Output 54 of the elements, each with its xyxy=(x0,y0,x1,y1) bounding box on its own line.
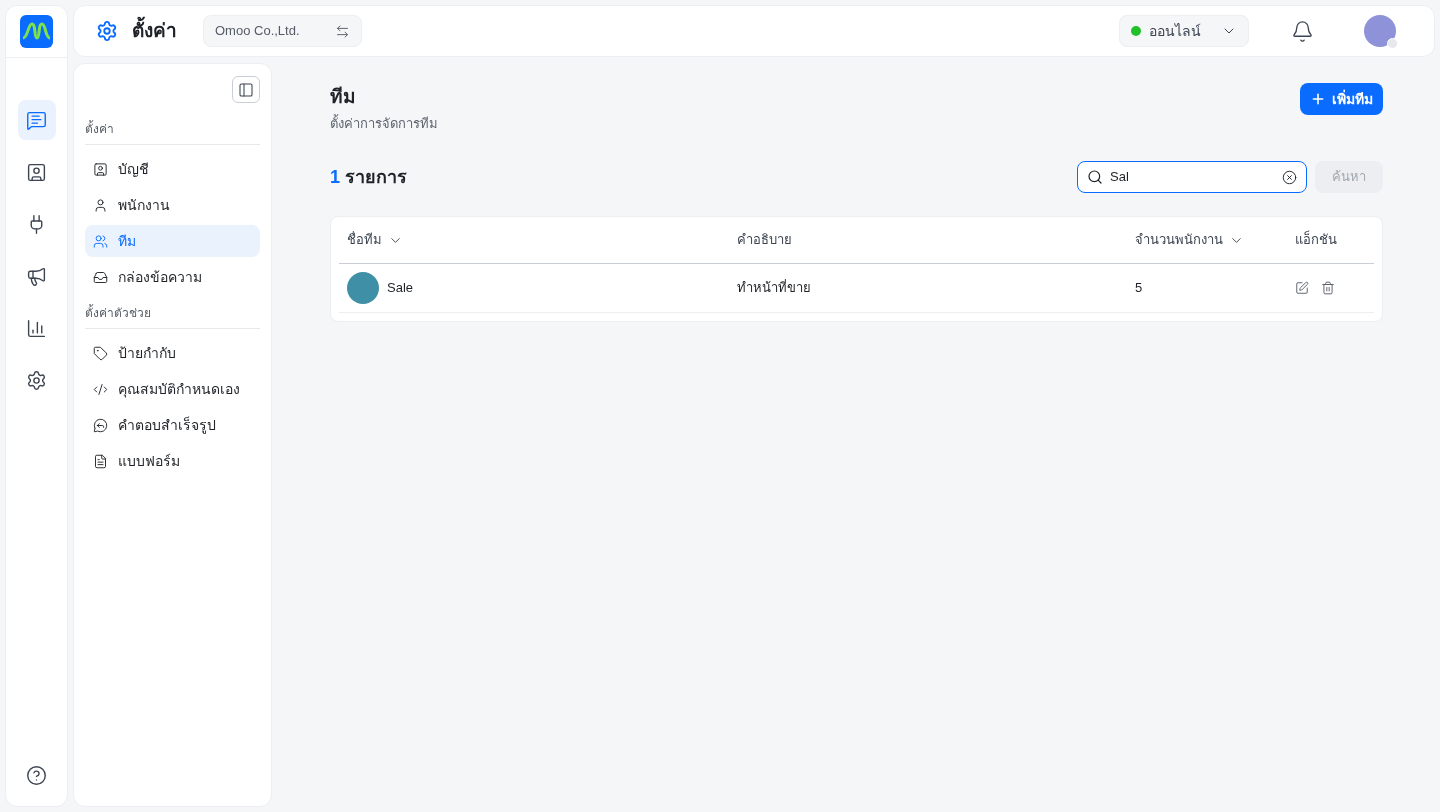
help-icon[interactable] xyxy=(26,765,47,786)
add-team-button[interactable]: เพิ่มทีม xyxy=(1300,83,1383,115)
sidebar-item[interactable]: บัญชี xyxy=(85,153,260,185)
code-icon xyxy=(93,381,108,397)
app-logo[interactable] xyxy=(20,15,53,48)
collapse-sidebar-button[interactable] xyxy=(232,76,260,103)
sidebar-section-title: ตั้งค่าตัวช่วย xyxy=(85,304,260,329)
page-title: ทีม xyxy=(330,85,357,109)
company-switcher[interactable]: Omoo Co.,Ltd. xyxy=(203,15,362,47)
sidebar-item[interactable]: คุณสมบัติกำหนดเอง xyxy=(85,373,260,405)
sidebar-section-title: ตั้งค่า xyxy=(85,120,260,145)
tag-icon xyxy=(93,345,108,361)
page-header-title: ตั้งค่า xyxy=(132,16,177,46)
team-description: ทำหน้าที่ขาย xyxy=(737,278,812,298)
member-count: 5 xyxy=(1135,279,1144,298)
search-icon xyxy=(1087,169,1103,185)
delete-icon[interactable] xyxy=(1321,281,1335,295)
chat-icon xyxy=(26,109,47,131)
settings-icon xyxy=(96,20,118,42)
megaphone-icon xyxy=(26,265,47,287)
column-header[interactable]: จำนวนพนักงาน xyxy=(1135,230,1295,250)
sidebar-item[interactable]: ทีม xyxy=(85,225,260,257)
result-count: 1 รายการ xyxy=(330,165,408,189)
contact-card-icon xyxy=(26,161,47,183)
sidebar-item[interactable]: ป้ายกำกับ xyxy=(85,337,260,369)
bar-chart-icon xyxy=(26,317,47,339)
inbox-icon xyxy=(93,269,108,285)
account-icon xyxy=(93,161,108,177)
sidebar-item[interactable]: คำตอบสำเร็จรูป xyxy=(85,409,260,441)
sidebar-item[interactable]: พนักงาน xyxy=(85,189,260,221)
search-field[interactable]: Sal xyxy=(1077,161,1307,193)
panel-icon xyxy=(238,81,254,98)
team-name: Sale xyxy=(387,279,414,298)
plus-icon xyxy=(1310,91,1326,107)
sidebar-item[interactable]: แบบฟอร์ม xyxy=(85,445,260,477)
clear-icon[interactable] xyxy=(1282,169,1297,185)
column-header: คำอธิบาย xyxy=(737,231,793,250)
photo-placeholder xyxy=(347,272,379,304)
page-subtitle: ตั้งค่าการจัดการทีม xyxy=(330,113,438,133)
column-header[interactable]: ชื่อทีม xyxy=(347,230,737,250)
search-input[interactable]: Sal xyxy=(1110,167,1275,187)
edit-icon[interactable] xyxy=(1295,281,1309,295)
column-header: แอ็กชัน xyxy=(1295,230,1338,250)
settings-icon xyxy=(26,369,47,391)
chat-bubble-icon xyxy=(93,417,108,433)
nav-rail-item[interactable] xyxy=(17,100,56,140)
avatar[interactable] xyxy=(1364,15,1396,47)
notification-bell-icon[interactable] xyxy=(1291,19,1314,43)
form-icon xyxy=(93,453,108,469)
swap-icon xyxy=(335,23,350,39)
users-icon xyxy=(93,233,108,249)
user-icon xyxy=(93,197,108,213)
status-dropdown[interactable]: ออนไลน์ xyxy=(1119,15,1249,47)
sidebar-item[interactable]: กล่องข้อความ xyxy=(85,261,260,293)
